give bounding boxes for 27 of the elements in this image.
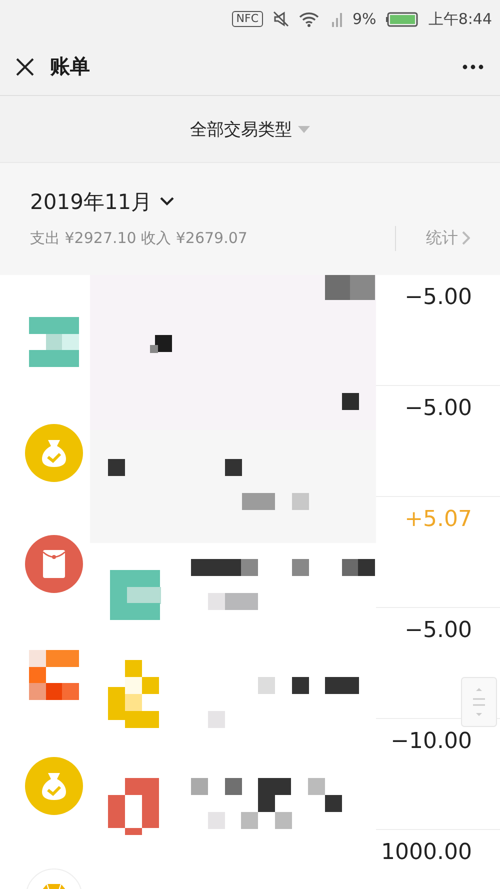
battery-percent: 9% <box>352 10 376 28</box>
scroll-handle[interactable] <box>461 677 497 727</box>
chevron-right-icon <box>462 231 470 245</box>
chevron-down-icon <box>160 197 174 206</box>
money-bag-icon <box>25 756 83 814</box>
transaction-amount: 1000.00 <box>381 840 472 867</box>
transaction-amount: −10.00 <box>390 729 472 756</box>
transaction-type-dropdown[interactable]: 全部交易类型 <box>190 118 310 140</box>
month-summary: 支出 ¥2927.10 收入 ¥2679.07 <box>30 228 248 248</box>
tile-icon <box>29 650 79 700</box>
envelope-icon <box>25 534 83 592</box>
more-icon[interactable] <box>462 64 484 70</box>
nfc-status: NFC <box>232 11 263 27</box>
battery-icon <box>386 12 418 26</box>
month-selector[interactable]: 2019年11月 <box>30 188 174 216</box>
page-title: 账单 <box>50 53 91 80</box>
transaction-amount: +5.07 <box>404 507 472 534</box>
transaction-amount: −5.00 <box>404 396 472 423</box>
mute-icon <box>272 11 289 27</box>
money-bag-icon <box>25 424 83 482</box>
block-icon <box>29 316 79 366</box>
wifi-icon <box>298 12 319 26</box>
transaction-amount: −5.00 <box>404 618 472 645</box>
dropdown-icon <box>298 126 310 132</box>
close-icon[interactable] <box>16 58 34 76</box>
transaction-amount: −5.00 <box>404 285 472 312</box>
clock: 上午8:44 <box>428 10 492 28</box>
